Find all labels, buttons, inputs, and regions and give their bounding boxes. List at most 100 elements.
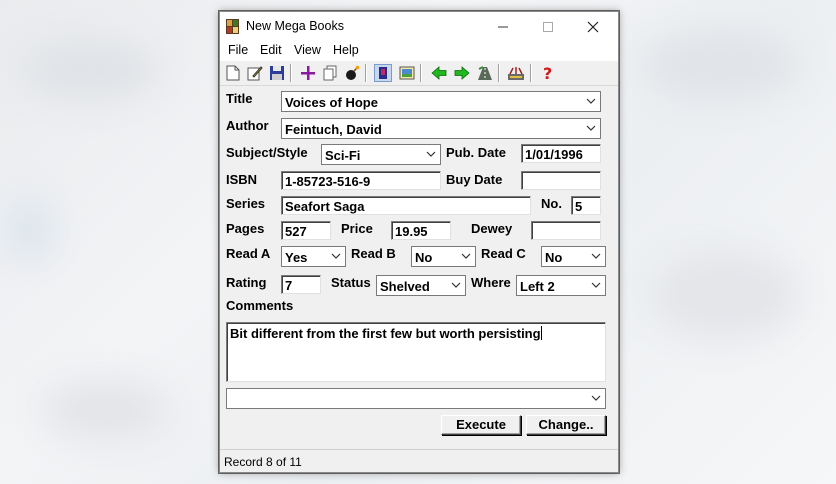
new-document-icon[interactable] (224, 64, 242, 82)
read-c-combo[interactable]: No (541, 246, 606, 267)
toolbar-separator (290, 64, 292, 82)
menu-view[interactable]: View (294, 43, 321, 57)
read-c-label: Read C (481, 246, 526, 261)
price-field[interactable]: 19.95 (391, 221, 451, 240)
menu-bar: File Edit View Help (220, 41, 618, 61)
book-view-icon[interactable] (374, 64, 392, 82)
chevron-down-icon[interactable] (450, 279, 462, 291)
read-c-value: No (545, 250, 563, 265)
picture-view-icon[interactable] (398, 64, 416, 82)
author-value: Feintuch, David (285, 122, 382, 137)
pub-date-field[interactable]: 1/01/1996 (521, 144, 601, 163)
status-bar: Record 8 of 11 (220, 449, 618, 472)
chevron-down-icon[interactable] (425, 148, 437, 160)
read-a-value: Yes (285, 250, 308, 265)
where-combo[interactable]: Left 2 (516, 275, 606, 296)
title-value: Voices of Hope (285, 95, 378, 110)
options-icon[interactable] (507, 64, 525, 82)
chevron-down-icon[interactable] (585, 95, 597, 107)
dewey-field[interactable] (531, 221, 601, 240)
road-icon[interactable] (476, 64, 494, 82)
read-a-label: Read A (226, 246, 271, 261)
title-label: Title (226, 91, 253, 106)
app-icon (226, 19, 239, 34)
isbn-label: ISBN (226, 172, 258, 187)
execute-button[interactable]: Execute (441, 415, 521, 435)
chevron-down-icon[interactable] (590, 250, 602, 262)
delete-bomb-icon[interactable] (343, 64, 361, 82)
help-question-icon[interactable]: ? (539, 64, 557, 82)
title-bar: New Mega Books (220, 12, 618, 41)
close-button[interactable] (570, 12, 616, 41)
rating-label: Rating (226, 275, 267, 290)
chevron-down-icon[interactable] (590, 279, 602, 291)
change-button[interactable]: Change.. (526, 415, 606, 435)
background-blur (10, 200, 50, 260)
edit-icon[interactable] (246, 64, 264, 82)
background-blur (20, 40, 160, 100)
status-label: Status (331, 275, 371, 290)
pages-label: Pages (226, 221, 265, 236)
save-icon[interactable] (268, 64, 286, 82)
maximize-button[interactable] (525, 12, 571, 41)
record-count: Record 8 of 11 (224, 455, 302, 469)
comments-label: Comments (226, 298, 294, 313)
pages-field[interactable]: 527 (281, 221, 331, 240)
menu-file[interactable]: File (228, 43, 248, 57)
chevron-down-icon[interactable] (330, 250, 342, 262)
author-label: Author (226, 118, 269, 133)
menu-edit[interactable]: Edit (260, 43, 282, 57)
isbn-field[interactable]: 1-85723-516-9 (281, 171, 441, 190)
svg-text:?: ? (543, 65, 552, 81)
author-combo[interactable]: Feintuch, David (281, 118, 601, 139)
menu-help[interactable]: Help (333, 43, 359, 57)
next-arrow-icon[interactable] (453, 64, 471, 82)
chevron-down-icon[interactable] (590, 392, 602, 404)
comments-text: Bit different from the first few but wor… (230, 326, 541, 341)
chevron-down-icon[interactable] (460, 250, 472, 262)
window-title: New Mega Books (246, 19, 344, 33)
read-b-label: Read B (351, 246, 396, 261)
background-blur (640, 30, 800, 100)
chevron-down-icon[interactable] (585, 122, 597, 134)
number-label: No. (541, 196, 562, 211)
status-combo[interactable]: Shelved (376, 275, 466, 296)
previous-arrow-icon[interactable] (430, 64, 448, 82)
read-a-combo[interactable]: Yes (281, 246, 346, 267)
title-combo[interactable]: Voices of Hope (281, 91, 601, 112)
close-icon (587, 21, 599, 32)
toolbar-separator (420, 64, 422, 82)
toolbar-separator (365, 64, 367, 82)
where-label: Where (471, 275, 511, 290)
main-window: New Mega Books File Edit View Help ? Tit… (219, 11, 619, 473)
where-value: Left 2 (520, 279, 555, 294)
buy-date-field[interactable] (521, 171, 601, 190)
minimize-button[interactable] (480, 12, 526, 41)
subject-combo[interactable]: Sci-Fi (321, 144, 441, 165)
background-blur (650, 250, 800, 340)
minimize-icon (498, 26, 508, 27)
maximize-icon (543, 21, 553, 32)
read-b-value: No (415, 250, 433, 265)
pub-date-label: Pub. Date (446, 145, 506, 160)
rating-field[interactable]: 7 (281, 275, 321, 294)
series-label: Series (226, 196, 266, 211)
status-value: Shelved (380, 279, 430, 294)
subject-label: Subject/Style (226, 145, 308, 160)
query-combo[interactable] (226, 388, 606, 409)
number-field[interactable]: 5 (571, 196, 601, 215)
read-b-combo[interactable]: No (411, 246, 476, 267)
subject-value: Sci-Fi (325, 148, 361, 163)
buy-date-label: Buy Date (446, 172, 503, 187)
add-record-icon[interactable] (299, 64, 317, 82)
dewey-label: Dewey (471, 221, 513, 236)
toolbar-separator (498, 64, 500, 82)
copy-icon[interactable] (321, 64, 339, 82)
toolbar: ? (220, 61, 618, 86)
price-label: Price (341, 221, 373, 236)
series-field[interactable]: Seafort Saga (281, 196, 531, 215)
background-blur (40, 380, 170, 440)
toolbar-separator (530, 64, 532, 82)
text-caret (540, 326, 542, 340)
comments-textarea[interactable]: Bit different from the first few but wor… (226, 322, 606, 382)
